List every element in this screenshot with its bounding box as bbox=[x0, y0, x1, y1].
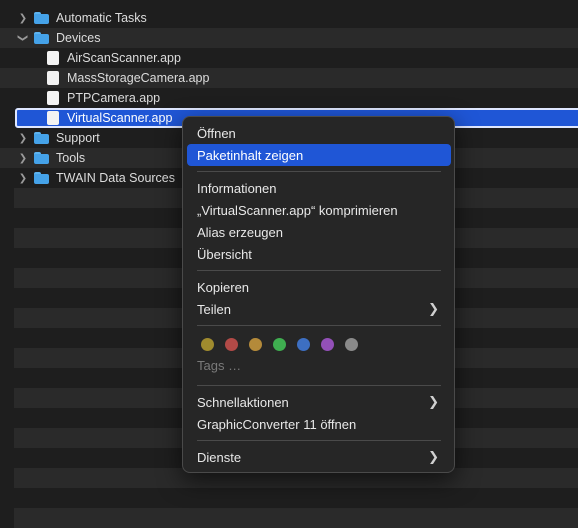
menu-item-quick-look[interactable]: Übersicht bbox=[187, 243, 451, 265]
menu-item-label: Schnellaktionen bbox=[197, 394, 289, 410]
menu-separator bbox=[197, 440, 441, 441]
menu-item-copy[interactable]: Kopieren bbox=[187, 276, 451, 298]
menu-item-label: Paketinhalt zeigen bbox=[197, 147, 304, 163]
tags-placeholder[interactable]: Tags … bbox=[197, 358, 241, 373]
menu-item-show-package-contents[interactable]: Paketinhalt zeigen bbox=[187, 144, 451, 166]
app-icon bbox=[47, 51, 59, 65]
menu-separator bbox=[197, 270, 441, 271]
menu-separator bbox=[197, 385, 441, 386]
chevron-right-icon[interactable]: ❯ bbox=[18, 153, 28, 164]
tree-row-label: Tools bbox=[56, 151, 86, 165]
menu-item-share[interactable]: Teilen ❯ bbox=[187, 298, 451, 320]
menu-item-label: Dienste bbox=[197, 449, 242, 465]
chevron-right-icon[interactable]: ❯ bbox=[18, 13, 28, 24]
tree-row-label: PTPCamera.app bbox=[67, 91, 161, 105]
menu-item-quick-actions[interactable]: Schnellaktionen ❯ bbox=[187, 391, 451, 413]
menu-item-label: „VirtualScanner.app“ komprimieren bbox=[197, 202, 398, 218]
tree-row-label: AirScanScanner.app bbox=[67, 51, 181, 65]
chevron-right-icon: ❯ bbox=[428, 394, 439, 409]
menu-item-label: GraphicConverter 11 öffnen bbox=[197, 416, 357, 432]
chevron-right-icon: ❯ bbox=[428, 449, 439, 464]
tag-yellow-dot[interactable] bbox=[201, 338, 214, 351]
tree-row-ptpcamera[interactable]: PTPCamera.app bbox=[0, 88, 578, 108]
tree-row-massstoragecamera[interactable]: MassStorageCamera.app bbox=[0, 68, 578, 88]
chevron-right-icon[interactable]: ❯ bbox=[18, 133, 28, 144]
menu-item-compress[interactable]: „VirtualScanner.app“ komprimieren bbox=[187, 199, 451, 221]
tree-row-label: Devices bbox=[56, 31, 101, 45]
tag-red-dot[interactable] bbox=[225, 338, 238, 351]
menu-item-label: Übersicht bbox=[197, 246, 252, 262]
chevron-right-icon[interactable]: ❯ bbox=[18, 173, 28, 184]
menu-item-services[interactable]: Dienste ❯ bbox=[187, 446, 451, 468]
tree-row-label: MassStorageCamera.app bbox=[67, 71, 210, 85]
folder-icon bbox=[34, 172, 49, 184]
tag-green-dot[interactable] bbox=[273, 338, 286, 351]
menu-item-label: Öffnen bbox=[197, 125, 236, 141]
folder-icon bbox=[34, 12, 49, 24]
tree-row-label: TWAIN Data Sources bbox=[56, 171, 176, 185]
folder-icon bbox=[34, 132, 49, 144]
menu-item-label: Alias erzeugen bbox=[197, 224, 283, 240]
menu-item-label: Informationen bbox=[197, 180, 277, 196]
tree-row-airscanscanner[interactable]: AirScanScanner.app bbox=[0, 48, 578, 68]
context-menu: Öffnen Paketinhalt zeigen Informationen … bbox=[182, 116, 455, 473]
menu-item-label: Teilen bbox=[197, 301, 231, 317]
tag-blue-dot[interactable] bbox=[297, 338, 310, 351]
app-icon bbox=[47, 71, 59, 85]
chevron-right-icon: ❯ bbox=[428, 301, 439, 316]
menu-item-open-graphicconverter[interactable]: GraphicConverter 11 öffnen bbox=[187, 413, 451, 435]
tree-row-devices[interactable]: ❯ Devices bbox=[0, 28, 578, 48]
tree-row-automatic-tasks[interactable]: ❯ Automatic Tasks bbox=[0, 8, 578, 28]
tree-row-label: VirtualScanner.app bbox=[67, 111, 173, 125]
tag-colors bbox=[201, 338, 369, 352]
folder-icon bbox=[34, 32, 49, 44]
menu-separator bbox=[197, 325, 441, 326]
tree-row-label: Automatic Tasks bbox=[56, 11, 147, 25]
tag-purple-dot[interactable] bbox=[321, 338, 334, 351]
menu-item-info[interactable]: Informationen bbox=[187, 177, 451, 199]
folder-icon bbox=[34, 152, 49, 164]
menu-separator bbox=[197, 171, 441, 172]
tree-row-label: Support bbox=[56, 131, 100, 145]
empty-row bbox=[14, 508, 578, 528]
tag-orange-dot[interactable] bbox=[249, 338, 262, 351]
menu-item-label: Kopieren bbox=[197, 279, 250, 295]
app-icon bbox=[47, 91, 59, 105]
menu-item-make-alias[interactable]: Alias erzeugen bbox=[187, 221, 451, 243]
app-icon bbox=[47, 111, 59, 125]
chevron-down-icon[interactable]: ❯ bbox=[18, 33, 29, 43]
tag-gray-dot[interactable] bbox=[345, 338, 358, 351]
menu-item-open[interactable]: Öffnen bbox=[187, 122, 451, 144]
